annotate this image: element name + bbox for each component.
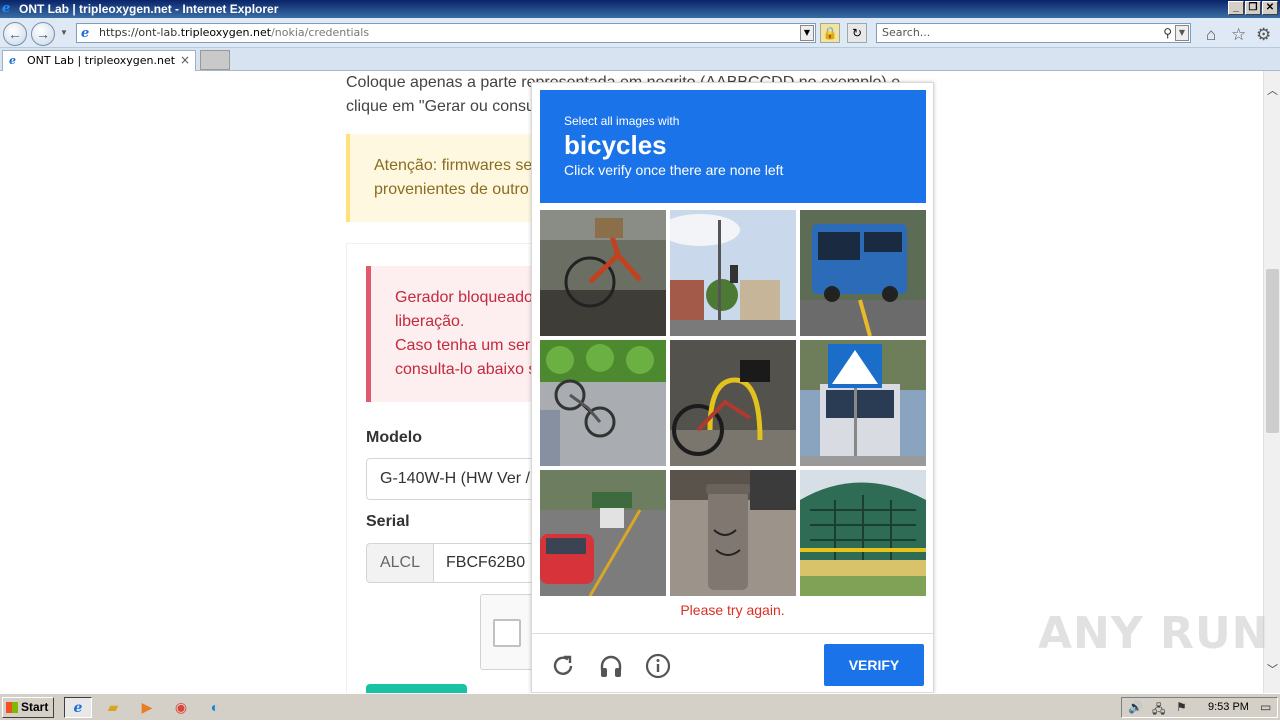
media-player-icon[interactable]: ▶ <box>133 697 161 718</box>
captcha-challenge: Select all images with bicycles Click ve… <box>531 82 934 693</box>
scroll-up-icon[interactable]: ︿ <box>1264 83 1280 100</box>
captcha-tile-building-facade[interactable] <box>800 470 926 596</box>
chrome-icon[interactable]: ◉ <box>167 697 195 718</box>
minimize-button[interactable]: _ <box>1228 1 1244 15</box>
history-dropdown-icon[interactable]: ▼ <box>60 28 68 37</box>
captcha-tile-street-traffic-lights[interactable] <box>670 210 796 336</box>
search-icon[interactable]: ⚲ <box>1163 24 1172 42</box>
anyrun-watermark: ANY RUN <box>1038 608 1270 659</box>
scroll-down-icon[interactable]: ﹀ <box>1264 662 1280 679</box>
captcha-tile-cars-on-street[interactable] <box>540 470 666 596</box>
address-dropdown-icon[interactable]: ▼ <box>800 25 814 41</box>
model-label: Modelo <box>366 429 422 446</box>
page-ie-icon: e <box>81 26 90 41</box>
network-icon[interactable]: 🖧 <box>1152 700 1165 721</box>
captcha-tile-bicycle-by-hedge[interactable] <box>540 340 666 466</box>
star-icon[interactable]: ☆ <box>1231 25 1246 45</box>
volume-icon[interactable]: 🔊 <box>1128 700 1143 714</box>
captcha-footer-divider <box>532 633 933 634</box>
captcha-tile-bus-crosswalk-sign[interactable] <box>800 340 926 466</box>
scroll-thumb[interactable] <box>1266 269 1279 433</box>
window-titlebar: e ONT Lab | tripleoxygen.net - Internet … <box>0 0 1280 18</box>
edge-icon[interactable]: ◐ <box>201 697 229 718</box>
windows-flag-icon <box>6 702 18 713</box>
start-label: Start <box>21 700 49 714</box>
browser-toolbar: ← → ▼ e https://ont-lab.tripleoxygen.net… <box>0 18 1280 48</box>
verify-button[interactable]: VERIFY <box>824 644 924 686</box>
ie-icon[interactable]: e <box>64 697 92 718</box>
vertical-scrollbar[interactable]: ︿ ﹀ <box>1263 71 1280 693</box>
headphones-icon[interactable] <box>598 653 624 679</box>
address-domain: tripleoxygen.net <box>180 26 272 39</box>
ie-logo-icon: e <box>2 1 11 16</box>
home-icon[interactable]: ⌂ <box>1206 25 1216 45</box>
captcha-checkbox[interactable] <box>493 619 521 647</box>
close-window-button[interactable]: ✕ <box>1262 1 1278 15</box>
address-prefix: https://ont-lab. <box>99 26 181 39</box>
system-tray: 🔊 🖧 ⚑ 9:53 PM ▭ <box>1121 697 1278 718</box>
captcha-instruction: Select all images with <box>564 114 680 128</box>
captcha-tile-fire-hydrant[interactable] <box>670 470 796 596</box>
start-button[interactable]: Start <box>2 697 54 718</box>
captcha-header: Select all images with bicycles Click ve… <box>540 90 926 203</box>
serial-label: Serial <box>366 513 410 530</box>
info-icon[interactable] <box>645 653 671 679</box>
tab-ont-lab[interactable]: e ONT Lab | tripleoxygen.net × <box>2 50 196 71</box>
address-bar[interactable]: e https://ont-lab.tripleoxygen.net/nokia… <box>76 23 816 43</box>
captcha-grid <box>540 210 926 596</box>
flag-icon[interactable]: ⚑ <box>1176 700 1187 714</box>
address-path: /nokia/credentials <box>271 26 370 39</box>
captcha-subinstruction: Click verify once there are none left <box>564 162 784 178</box>
search-placeholder: Search... <box>882 26 931 39</box>
search-dropdown-icon[interactable]: ▼ <box>1175 25 1189 41</box>
back-arrow-icon[interactable]: ← <box>3 22 27 46</box>
folder-icon[interactable]: ▰ <box>99 697 127 718</box>
show-desktop-icon[interactable]: ▭ <box>1260 700 1271 714</box>
forward-arrow-icon[interactable]: → <box>31 22 55 46</box>
tab-ie-icon: e <box>9 54 16 67</box>
captcha-tile-bicycle-basket[interactable] <box>540 210 666 336</box>
captcha-tile-bicycle-at-rack[interactable] <box>670 340 796 466</box>
refresh-icon[interactable] <box>550 653 576 679</box>
refresh-page-icon[interactable]: ↻ <box>847 23 867 43</box>
serial-prefix: ALCL <box>366 543 434 583</box>
restore-button[interactable]: ❐ <box>1245 1 1261 15</box>
lock-icon[interactable]: 🔒 <box>820 23 840 43</box>
taskbar: Start e ▰ ▶ ◉ ◐ 🔊 🖧 ⚑ 9:53 PM ▭ <box>0 693 1280 720</box>
new-tab-button[interactable] <box>200 50 230 70</box>
submit-button[interactable] <box>366 684 467 693</box>
tab-close-icon[interactable]: × <box>180 51 190 70</box>
captcha-error-text: Please try again. <box>680 602 785 618</box>
tab-label: ONT Lab | tripleoxygen.net <box>27 54 176 67</box>
clock: 9:53 PM <box>1208 701 1249 713</box>
captcha-tile-blue-bus[interactable] <box>800 210 926 336</box>
tab-bar: e ONT Lab | tripleoxygen.net × <box>0 48 1280 71</box>
window-title: ONT Lab | tripleoxygen.net - Internet Ex… <box>19 2 279 16</box>
search-input[interactable]: Search... ⚲ ▼ <box>876 23 1191 43</box>
captcha-target: bicycles <box>564 130 667 160</box>
gear-icon[interactable]: ⚙ <box>1256 25 1271 45</box>
